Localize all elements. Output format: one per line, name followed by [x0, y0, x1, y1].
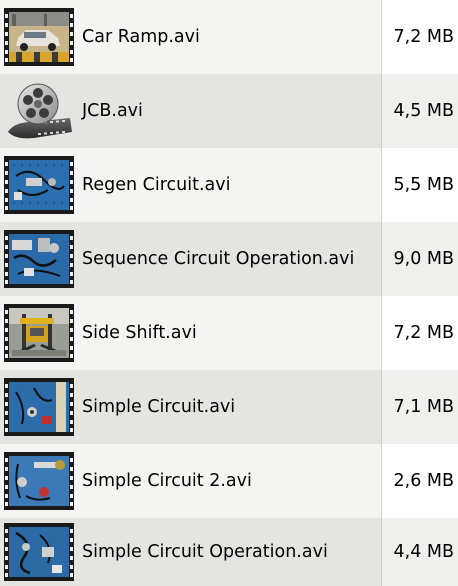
video-thumbnail-forklift-icon [4, 304, 74, 362]
file-row-sequence-circuit-operation[interactable]: Sequence Circuit Operation.avi 9,0 MB [0, 222, 458, 296]
file-name[interactable]: Sequence Circuit Operation.avi [82, 249, 354, 269]
file-name[interactable]: Side Shift.avi [82, 323, 197, 343]
video-thumbnail-circuit-icon [4, 156, 74, 214]
video-thumbnail-circuit-icon [4, 378, 74, 436]
file-row-simple-circuit[interactable]: Simple Circuit.avi 7,1 MB [0, 370, 458, 444]
name-cell: Sequence Circuit Operation.avi [0, 222, 381, 296]
file-name[interactable]: JCB.avi [82, 101, 143, 121]
name-cell: Regen Circuit.avi [0, 148, 381, 222]
file-size: 7,2 MB [381, 0, 458, 74]
file-row-side-shift[interactable]: Side Shift.avi 7,2 MB [0, 296, 458, 370]
name-cell: Car Ramp.avi [0, 0, 381, 74]
file-name[interactable]: Simple Circuit 2.avi [82, 471, 252, 491]
file-size: 7,2 MB [381, 296, 458, 370]
file-name[interactable]: Simple Circuit Operation.avi [82, 542, 328, 562]
file-row-simple-circuit-operation[interactable]: Simple Circuit Operation.avi 4,4 MB [0, 518, 458, 586]
video-thumbnail-circuit-icon [4, 452, 74, 510]
file-name[interactable]: Simple Circuit.avi [82, 397, 235, 417]
file-row-simple-circuit-2[interactable]: Simple Circuit 2.avi 2,6 MB [0, 444, 458, 518]
name-cell: Simple Circuit 2.avi [0, 444, 381, 518]
file-row-regen-circuit[interactable]: Regen Circuit.avi 5,5 MB [0, 148, 458, 222]
file-size: 5,5 MB [381, 148, 458, 222]
video-thumbnail-circuit-icon [4, 230, 74, 288]
file-name[interactable]: Regen Circuit.avi [82, 175, 231, 195]
file-size: 4,5 MB [381, 74, 458, 148]
film-reel-icon [8, 83, 72, 139]
file-name[interactable]: Car Ramp.avi [82, 27, 200, 47]
file-row-jcb[interactable]: JCB.avi 4,5 MB [0, 74, 458, 148]
file-size: 7,1 MB [381, 370, 458, 444]
file-size: 2,6 MB [381, 444, 458, 518]
name-cell: JCB.avi [0, 74, 381, 148]
name-cell: Side Shift.avi [0, 296, 381, 370]
file-row-car-ramp[interactable]: Car Ramp.avi 7,2 MB [0, 0, 458, 74]
file-list: Car Ramp.avi 7,2 MB JCB.avi 4,5 MB Regen… [0, 0, 458, 586]
name-cell: Simple Circuit Operation.avi [0, 518, 381, 586]
video-thumbnail-circuit-icon [4, 523, 74, 581]
name-cell: Simple Circuit.avi [0, 370, 381, 444]
video-thumbnail-car-ramp-icon [4, 8, 74, 66]
file-size: 9,0 MB [381, 222, 458, 296]
file-size: 4,4 MB [381, 518, 458, 586]
